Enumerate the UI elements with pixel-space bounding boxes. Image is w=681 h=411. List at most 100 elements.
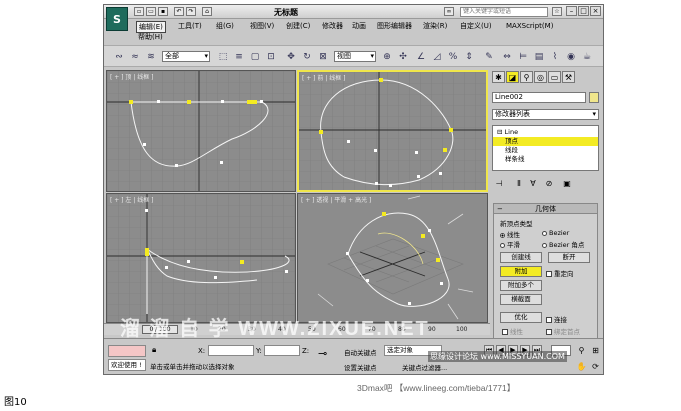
show-end-result-icon[interactable]: Ⅱ	[512, 177, 526, 190]
selection-filter-dropdown[interactable]: 全部	[162, 51, 210, 62]
select-manipulate-icon[interactable]: ✣	[396, 50, 410, 64]
y-coord-field[interactable]	[264, 345, 300, 356]
new-file-icon[interactable]: ▫	[134, 7, 144, 16]
object-name-field[interactable]: Line002	[492, 92, 586, 103]
spinner-snap-icon[interactable]: ⇕	[462, 50, 476, 64]
selection-region-icon[interactable]: ▢	[248, 50, 262, 64]
bind-space-warp-icon[interactable]: ≋	[144, 50, 158, 64]
utilities-tab-icon[interactable]: ⚒	[562, 71, 575, 83]
stack-item-spline[interactable]: 样条线	[493, 155, 598, 164]
viewport-left-label[interactable]: [ + ] 左 | 线框 ]	[110, 195, 154, 204]
maxscript-listener[interactable]	[108, 345, 146, 357]
configure-sets-icon[interactable]: ▣	[560, 177, 574, 190]
viewport-perspective-label[interactable]: [ + ] 透视 | 平滑 + 高光 ]	[301, 195, 371, 204]
minimize-icon[interactable]: –	[566, 6, 577, 16]
pan-icon[interactable]: ✋	[576, 361, 587, 372]
pin-stack-icon[interactable]: ⊣	[492, 177, 506, 190]
rollout-header[interactable]: 几何体	[494, 204, 597, 214]
make-unique-icon[interactable]: ∀	[526, 177, 540, 190]
x-coord-field[interactable]	[208, 345, 254, 356]
window-crossing-icon[interactable]: ⊡	[264, 50, 278, 64]
cross-section-button[interactable]: 横截面	[500, 294, 542, 305]
unlink-icon[interactable]: ≈	[128, 50, 142, 64]
binoculars-icon[interactable]: ∞	[444, 7, 454, 16]
app-logo[interactable]: S	[106, 7, 128, 31]
close-icon[interactable]: ×	[590, 6, 601, 16]
radio-bezier-corner[interactable]: Bezier 角点	[542, 239, 584, 249]
angle-snap-icon[interactable]: ◿	[430, 50, 444, 64]
modifier-list-dropdown[interactable]: 修改器列表	[492, 109, 599, 120]
viewport-front-label[interactable]: [ + ] 前 | 线框 ]	[302, 73, 346, 82]
move-icon[interactable]: ✥	[284, 50, 298, 64]
undo-icon[interactable]: ↶	[174, 7, 184, 16]
select-by-name-icon[interactable]: ≡	[232, 50, 246, 64]
viewport-front[interactable]: [ + ] 前 | 线框 ]	[297, 70, 488, 192]
mirror-icon[interactable]: ⇔	[500, 50, 514, 64]
menu-help[interactable]: 帮助(H)	[136, 32, 165, 42]
auto-key-button[interactable]: 自动关键点	[344, 347, 377, 357]
menu-graph-editors[interactable]: 图形编辑器	[375, 21, 414, 31]
create-line-button[interactable]: 创建线	[500, 252, 542, 263]
break-button[interactable]: 断开	[548, 252, 590, 263]
favorites-star-icon[interactable]: ☆	[552, 7, 562, 16]
stack-item-line[interactable]: ⊟ Line	[493, 128, 598, 137]
material-editor-icon[interactable]: ◉	[564, 50, 578, 64]
viewport-top[interactable]: [ + ] 顶 | 线框 ]	[106, 70, 296, 192]
viewport-top-label[interactable]: [ + ] 顶 | 线框 ]	[110, 72, 154, 81]
menu-create[interactable]: 创建(C)	[284, 21, 312, 31]
create-tab-icon[interactable]: ✱	[492, 71, 505, 83]
pivot-center-icon[interactable]: ⊕	[380, 50, 394, 64]
key-filters-button[interactable]: 关键点过滤器...	[402, 362, 447, 372]
menu-tools[interactable]: 工具(T)	[176, 21, 204, 31]
attach-button[interactable]: 附加	[500, 266, 542, 277]
radio-bezier[interactable]: Bezier	[542, 229, 569, 237]
zoom-icon[interactable]: ⚲	[576, 345, 587, 356]
menu-customize[interactable]: 自定义(U)	[458, 21, 494, 31]
reference-coordinate-dropdown[interactable]: 视图	[334, 51, 376, 62]
bind-first-checkbox[interactable]: 绑定首点	[546, 326, 580, 336]
refine-button[interactable]: 优化	[500, 312, 542, 323]
selection-lock-icon[interactable]: 🔒︎	[152, 345, 162, 357]
reorient-checkbox[interactable]: 重定向	[546, 268, 574, 278]
help-search-input[interactable]: 键入关键字或短语	[460, 7, 548, 17]
render-icon[interactable]: ☕	[580, 50, 594, 64]
orbit-icon[interactable]: ⟳	[590, 361, 601, 372]
radio-linear[interactable]: 线性	[500, 229, 520, 239]
radio-smooth[interactable]: 平滑	[500, 239, 520, 249]
stack-item-segment[interactable]: 线段	[493, 146, 598, 155]
redo-icon[interactable]: ↷	[186, 7, 196, 16]
save-file-icon[interactable]: ▪	[158, 7, 168, 16]
curve-editor-icon[interactable]: ⌇	[548, 50, 562, 64]
connect-checkbox[interactable]: 连接	[546, 314, 567, 324]
project-folder-icon[interactable]: ⌂	[202, 7, 212, 16]
menu-modifiers[interactable]: 修改器	[320, 21, 345, 31]
layer-manager-icon[interactable]: ▤	[532, 50, 546, 64]
linear-checkbox[interactable]: 线性	[502, 326, 523, 336]
stack-item-vertex[interactable]: 顶点	[493, 137, 598, 146]
maximize-icon[interactable]: □	[578, 6, 589, 16]
zoom-all-icon[interactable]: ⊞	[590, 345, 601, 356]
set-key-button[interactable]: 设置关键点	[344, 362, 377, 372]
object-color-swatch[interactable]	[589, 92, 599, 103]
hierarchy-tab-icon[interactable]: ⚲	[520, 71, 533, 83]
open-file-icon[interactable]: ▭	[146, 7, 156, 16]
menu-rendering[interactable]: 渲染(R)	[421, 21, 449, 31]
remove-modifier-icon[interactable]: ⊘	[542, 177, 556, 190]
select-object-icon[interactable]: ⬚	[216, 50, 230, 64]
viewport-perspective[interactable]: [ + ] 透视 | 平滑 + 高光 ]	[297, 193, 488, 323]
named-selection-icon[interactable]: ✎	[482, 50, 496, 64]
viewport-left[interactable]: [ + ] 左 | 线框 ]	[106, 193, 296, 323]
menu-maxscript[interactable]: MAXScript(M)	[504, 21, 555, 31]
key-icon[interactable]: ⊸	[318, 347, 327, 360]
motion-tab-icon[interactable]: ◎	[534, 71, 547, 83]
menu-group[interactable]: 组(G)	[214, 21, 236, 31]
snaps-toggle-icon[interactable]: ∠	[414, 50, 428, 64]
scale-icon[interactable]: ⊠	[316, 50, 330, 64]
menu-animation[interactable]: 动画	[350, 21, 368, 31]
rotate-icon[interactable]: ↻	[300, 50, 314, 64]
menu-views[interactable]: 视图(V)	[248, 21, 276, 31]
attach-multiple-button[interactable]: 附加多个	[500, 280, 542, 291]
modify-tab-icon[interactable]: ◪	[506, 71, 519, 83]
align-icon[interactable]: ⊨	[516, 50, 530, 64]
percent-snap-icon[interactable]: %	[446, 50, 460, 64]
